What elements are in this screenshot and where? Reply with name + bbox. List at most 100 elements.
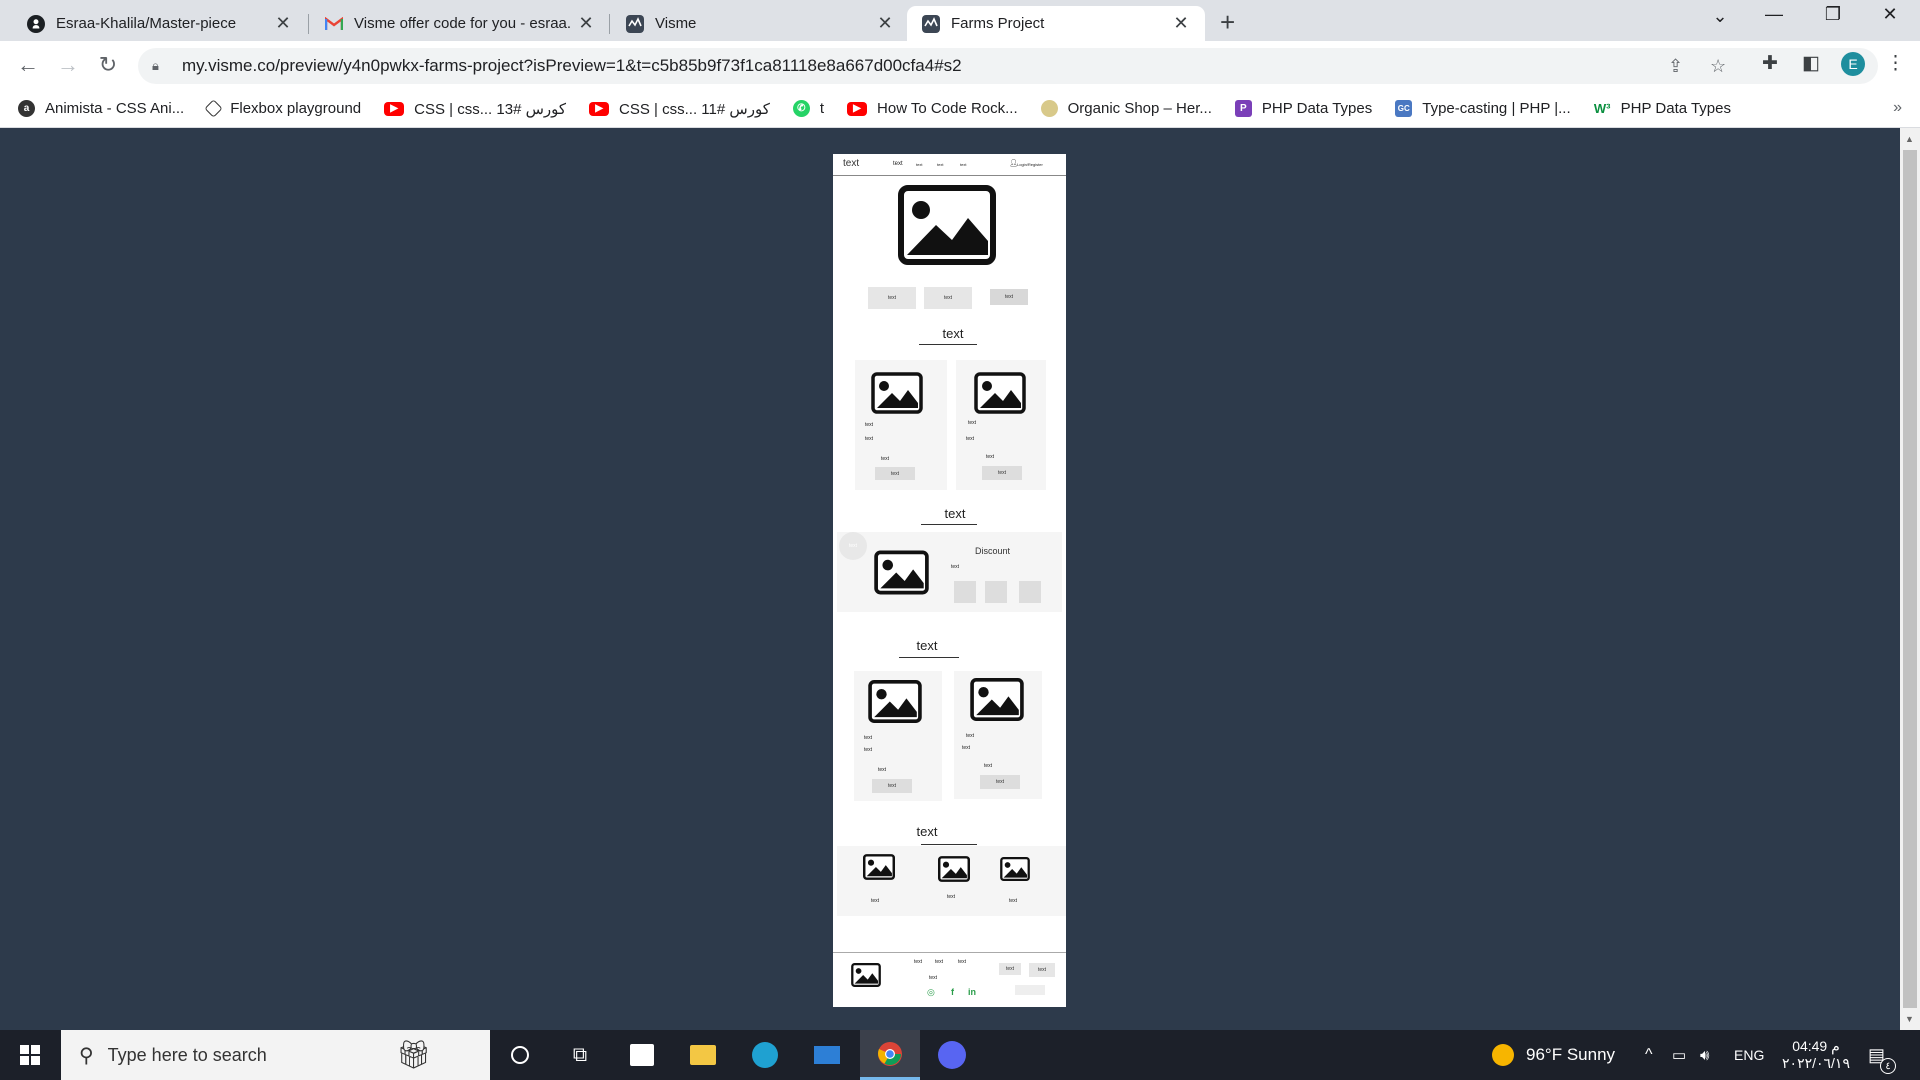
- scrollbar[interactable]: ▲ ▼: [1900, 128, 1920, 1030]
- instagram-icon[interactable]: ◎: [927, 987, 935, 998]
- card-text: text: [984, 763, 993, 769]
- close-icon[interactable]: ✕: [1171, 13, 1191, 34]
- language-indicator[interactable]: ENG: [1734, 1030, 1764, 1080]
- cortana-icon[interactable]: [490, 1030, 550, 1080]
- chrome-icon[interactable]: [860, 1030, 920, 1080]
- card-button[interactable]: text: [875, 467, 915, 480]
- visme-icon: [625, 14, 645, 34]
- discount-banner[interactable]: text Discount text: [837, 532, 1062, 612]
- nav-login[interactable]: Login/Register: [1017, 162, 1043, 167]
- product-card[interactable]: text text text text: [956, 360, 1046, 490]
- extensions-icon[interactable]: ✚: [1762, 52, 1778, 75]
- back-icon[interactable]: ←: [14, 52, 42, 78]
- menu-kebab-icon[interactable]: ⋮: [1886, 52, 1905, 75]
- category-text[interactable]: text: [1009, 898, 1017, 904]
- taskbar-search-input[interactable]: ⚲ Type here to search 🎁︎: [61, 1030, 490, 1080]
- discord-icon[interactable]: [922, 1030, 982, 1080]
- maximize-button[interactable]: ❐: [1813, 4, 1853, 25]
- more-bookmarks-icon[interactable]: »: [1893, 99, 1902, 117]
- image-placeholder-icon: [874, 550, 929, 595]
- url-text: my.visme.co/preview/y4n0pwkx-farms-proje…: [182, 56, 962, 75]
- windows-start-icon[interactable]: [0, 1030, 60, 1080]
- address-bar[interactable]: 🔒︎ my.visme.co/preview/y4n0pwkx-farms-pr…: [138, 48, 1878, 84]
- close-window-button[interactable]: ✕: [1870, 4, 1910, 25]
- youtube-icon: ▶: [589, 101, 610, 116]
- network-icon[interactable]: ▭: [1672, 1030, 1686, 1080]
- card-button[interactable]: text: [872, 779, 912, 793]
- linkedin-icon[interactable]: in: [968, 987, 976, 997]
- hero-button[interactable]: text: [924, 287, 972, 309]
- bookmark-item[interactable]: W³ PHP Data Types: [1593, 100, 1731, 117]
- close-icon[interactable]: ✕: [576, 13, 596, 34]
- new-tab-button[interactable]: +: [1220, 7, 1235, 38]
- hero-button[interactable]: text: [868, 287, 916, 309]
- nav-link[interactable]: text: [916, 162, 922, 167]
- bookmark-star-icon[interactable]: ☆: [1710, 48, 1726, 84]
- footer-link[interactable]: text: [914, 959, 922, 965]
- edge-icon[interactable]: [735, 1030, 795, 1080]
- bookmark-item[interactable]: ▶ CSS | css... كورس #13: [384, 100, 566, 118]
- mail-icon[interactable]: [797, 1030, 857, 1080]
- scroll-up-icon[interactable]: ▲: [1905, 134, 1914, 144]
- nav-link[interactable]: text: [937, 162, 943, 167]
- bookmark-item[interactable]: a Animista - CSS Ani...: [18, 100, 184, 117]
- section-underline: [921, 844, 977, 845]
- php-p-icon: P: [1234, 100, 1252, 117]
- footer-button[interactable]: text: [1029, 963, 1055, 977]
- section-title: text: [916, 824, 938, 839]
- nav-link[interactable]: text: [893, 161, 903, 167]
- minimize-button[interactable]: —: [1754, 4, 1794, 25]
- close-icon[interactable]: ✕: [273, 13, 293, 34]
- bookmark-item[interactable]: Flexbox playground: [204, 99, 361, 118]
- product-card[interactable]: text text text text: [855, 360, 947, 490]
- nav-link[interactable]: text: [960, 162, 966, 167]
- footer-link[interactable]: text: [935, 959, 943, 965]
- footer-link[interactable]: text: [958, 959, 966, 965]
- scrollbar-thumb[interactable]: [1903, 150, 1917, 1008]
- nav-logo[interactable]: text: [843, 158, 859, 169]
- task-view-icon[interactable]: ⧉: [550, 1030, 610, 1080]
- organic-icon: [1040, 100, 1058, 117]
- tab-gmail[interactable]: Visme offer code for you - esraa.k ✕: [310, 6, 610, 41]
- bookmark-item[interactable]: ▶ How To Code Rock...: [847, 100, 1018, 117]
- weather-widget[interactable]: 96°F Sunny: [1492, 1030, 1615, 1080]
- tab-farms-project[interactable]: Farms Project ✕: [907, 6, 1205, 41]
- category-text[interactable]: text: [947, 894, 955, 900]
- clock[interactable]: 04:49 م ٢٠٢٢/٠٦/١٩: [1780, 1030, 1852, 1080]
- card-button[interactable]: text: [982, 466, 1022, 480]
- facebook-icon[interactable]: f: [951, 987, 954, 997]
- file-explorer-icon[interactable]: [673, 1030, 733, 1080]
- card-button[interactable]: text: [980, 775, 1020, 789]
- reload-icon[interactable]: ↻: [94, 52, 122, 78]
- tray-chevron-icon[interactable]: ^: [1645, 1030, 1653, 1080]
- tab-title: Farms Project: [951, 15, 1045, 32]
- volume-icon[interactable]: 🔊︎: [1700, 1030, 1709, 1080]
- browser-toolbar: ← → ↻ 🔒︎ my.visme.co/preview/y4n0pwkx-fa…: [0, 41, 1920, 90]
- share-icon[interactable]: ⇪: [1668, 48, 1683, 84]
- scroll-down-icon[interactable]: ▼: [1905, 1014, 1914, 1024]
- countdown-box: [1019, 581, 1041, 603]
- category-text[interactable]: text: [871, 898, 879, 904]
- bookmark-item[interactable]: Organic Shop – Her...: [1040, 100, 1212, 117]
- close-icon[interactable]: ✕: [875, 13, 895, 34]
- bookmark-label: Animista - CSS Ani...: [45, 100, 185, 117]
- hero-button[interactable]: text: [990, 289, 1028, 305]
- product-card[interactable]: text text text text: [854, 671, 942, 801]
- bookmark-item[interactable]: ✆ t: [792, 100, 824, 117]
- tab-visme[interactable]: Visme ✕: [611, 6, 909, 41]
- tab-github[interactable]: Esraa-Khalila/Master-piece ✕: [12, 6, 307, 41]
- card-text: text: [878, 767, 887, 773]
- bookmark-item[interactable]: ▶ CSS | css... كورس #11: [589, 100, 770, 118]
- store-icon[interactable]: [612, 1030, 672, 1080]
- side-panel-icon[interactable]: ◧: [1802, 52, 1820, 75]
- bookmark-item[interactable]: GC Type-casting | PHP |...: [1395, 100, 1571, 117]
- footer-button[interactable]: text: [999, 963, 1021, 975]
- product-card[interactable]: text text text text: [954, 671, 1042, 799]
- bookmark-item[interactable]: P PHP Data Types: [1234, 100, 1372, 117]
- forward-icon[interactable]: →: [54, 52, 82, 78]
- search-icon: ⚲: [79, 1044, 94, 1067]
- profile-avatar[interactable]: E: [1841, 52, 1865, 76]
- tab-search-chevron-icon[interactable]: ⌄: [1700, 6, 1740, 27]
- discount-badge: text: [839, 532, 867, 560]
- footer-input[interactable]: [1015, 985, 1045, 995]
